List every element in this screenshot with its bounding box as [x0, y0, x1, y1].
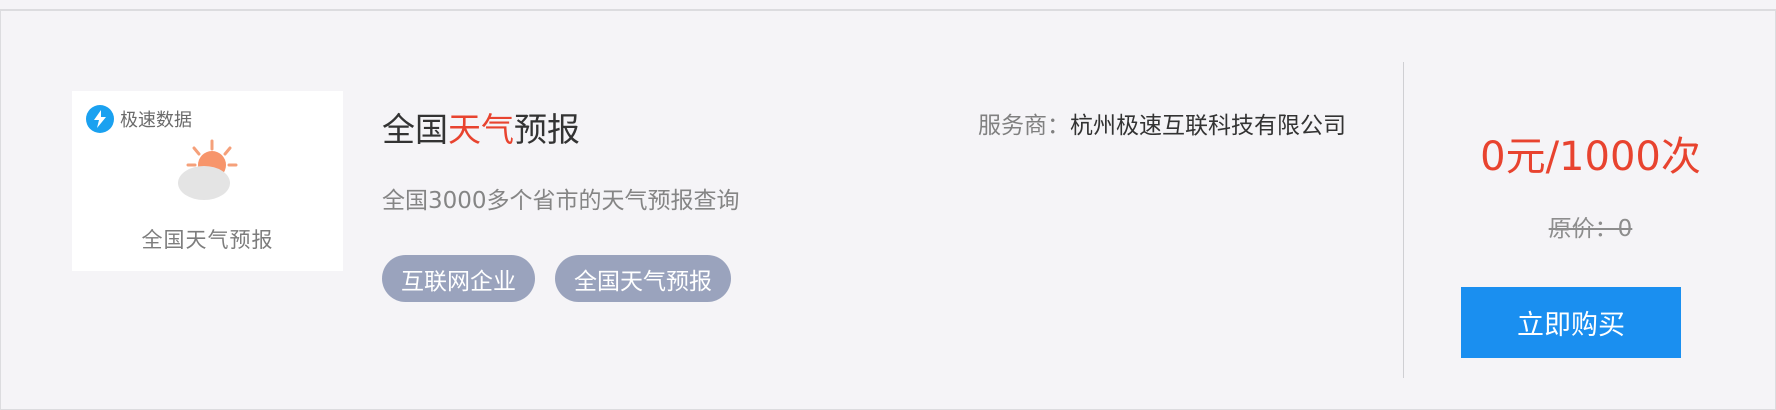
provider-name: 杭州极速互联科技有限公司 — [1070, 113, 1346, 139]
thumbnail-caption: 全国天气预报 — [141, 228, 274, 252]
product-description: 全国3000多个省市的天气预报查询 — [382, 188, 740, 214]
title-highlight: 天气 — [448, 110, 514, 149]
lightning-bolt-icon — [86, 105, 114, 133]
original-price: 原价：0 — [1548, 216, 1633, 242]
tag-national-weather[interactable]: 全国天气预报 — [555, 255, 731, 302]
brand-name: 极速数据 — [120, 110, 192, 131]
price: 0元/1000次 — [1480, 134, 1701, 180]
buy-now-button[interactable]: 立即购买 — [1461, 287, 1681, 358]
provider-label: 服务商： — [978, 113, 1070, 139]
product-card: 极速数据 全国天气预报 全国天气预报 服务商：杭州极速互联科技有限公司 全国30… — [0, 10, 1776, 410]
provider-info: 服务商：杭州极速互联科技有限公司 — [978, 106, 1346, 140]
title-suffix: 预报 — [514, 110, 580, 149]
product-title[interactable]: 全国天气预报 — [382, 103, 580, 151]
tag-list: 互联网企业 全国天气预报 — [382, 255, 731, 302]
brand-logo: 极速数据 — [86, 105, 192, 133]
tag-internet-enterprise[interactable]: 互联网企业 — [382, 255, 535, 302]
product-thumbnail[interactable]: 极速数据 全国天气预报 — [72, 91, 343, 271]
weather-sun-cloud-icon — [172, 139, 244, 215]
top-border — [0, 0, 1776, 10]
title-prefix: 全国 — [382, 110, 448, 149]
